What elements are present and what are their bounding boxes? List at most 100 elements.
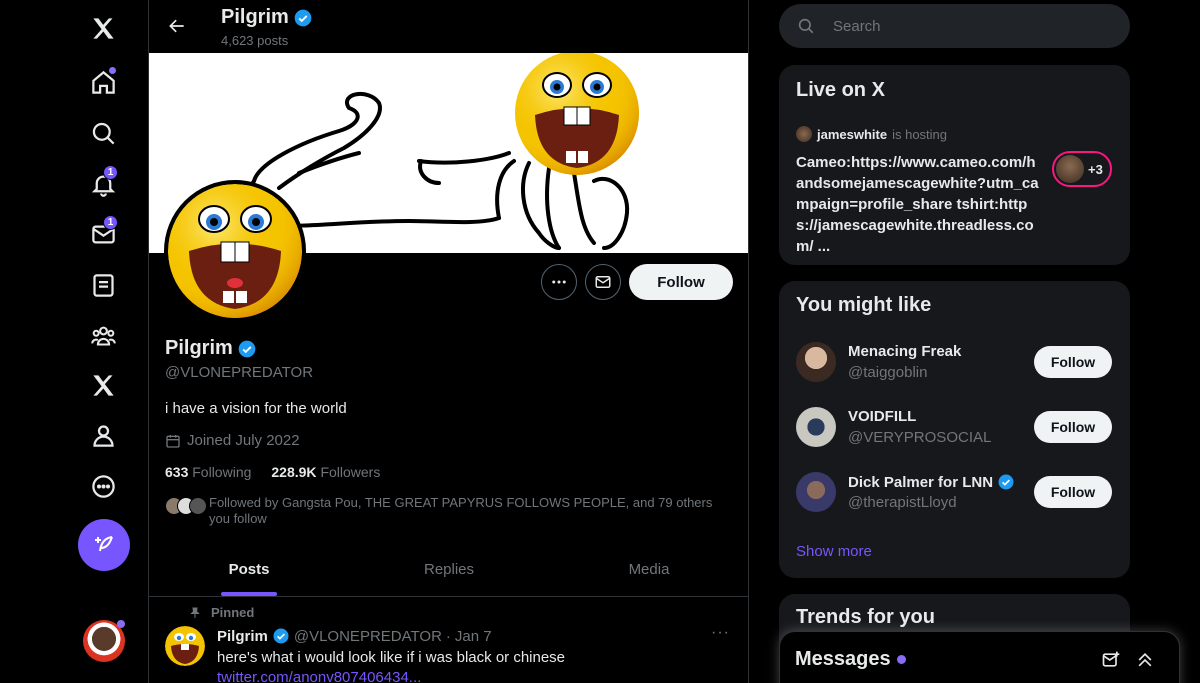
followed-by-text: Followed by Gangsta Pou, THE GREAT PAPYR… [209, 495, 713, 526]
listener-count: +3 [1088, 161, 1103, 177]
list-item[interactable]: Menacing Freak @taiggoblin Follow [779, 330, 1130, 394]
messages-icon[interactable]: 1 [78, 209, 128, 259]
back-arrow-icon[interactable] [163, 12, 191, 40]
search-icon [798, 18, 814, 34]
list-item[interactable]: Dick Palmer for LNN @therapistLloyd Foll… [779, 460, 1130, 524]
following-label: Following [192, 464, 252, 480]
verified-badge-icon [273, 628, 289, 644]
avatar [796, 472, 836, 512]
avatar [796, 342, 836, 382]
followed-by-avatars [165, 497, 207, 527]
pin-icon [190, 607, 200, 618]
follow-button[interactable]: Follow [629, 264, 733, 300]
tab-posts[interactable]: Posts [149, 543, 349, 596]
avatar [189, 497, 207, 515]
more-options-button[interactable] [541, 264, 577, 300]
tweet-text: here's what i would look like if i was b… [217, 649, 566, 666]
who-to-follow-title: You might like [796, 294, 932, 316]
profile-name: Pilgrim [165, 337, 257, 360]
header-name-text: Pilgrim [221, 6, 289, 28]
more-icon[interactable] [78, 461, 128, 511]
suggested-user-handle: @VERYPROSOCIAL [848, 429, 992, 446]
follow-button[interactable]: Follow [1034, 476, 1112, 508]
live-host[interactable]: jameswhite is hosting [796, 126, 947, 142]
messages-drawer[interactable]: Messages [779, 631, 1180, 683]
header-name: Pilgrim [221, 6, 313, 29]
verified-badge-icon [998, 474, 1014, 490]
home-icon[interactable] [78, 57, 128, 107]
profile-column: Pilgrim 4,623 posts Follow Pilgrim @VLON… [148, 0, 749, 683]
tweet-author-name[interactable]: Pilgrim [217, 628, 268, 645]
tweet-avatar[interactable] [165, 626, 205, 666]
live-listeners[interactable]: +3 [1052, 151, 1112, 187]
x-logo-icon[interactable] [78, 3, 128, 53]
verified-badge-icon [238, 340, 256, 357]
notifications-icon[interactable]: 1 [78, 159, 128, 209]
followers-label: Followers [320, 464, 381, 480]
follow-button[interactable]: Follow [1034, 346, 1112, 378]
tweet-date[interactable]: Jan 7 [455, 628, 492, 645]
account-avatar[interactable] [83, 620, 125, 662]
suggested-user-name: VOIDFILL [848, 408, 917, 425]
list-item[interactable]: VOIDFILL @VERYPROSOCIAL Follow [779, 395, 1130, 459]
show-more-link[interactable]: Show more [796, 543, 872, 560]
premium-icon[interactable] [78, 360, 128, 410]
live-host-name: jameswhite [817, 126, 888, 142]
mail-icon [595, 276, 611, 288]
avatar [796, 407, 836, 447]
suggested-user-name-row: Dick Palmer for LNN [848, 473, 1015, 491]
home-unread-dot [109, 67, 116, 74]
suggested-user-handle: @therapistLloyd [848, 494, 957, 511]
following-count: 633 [165, 464, 189, 480]
profile-icon[interactable] [78, 410, 128, 460]
expand-icon[interactable] [1133, 648, 1157, 672]
joined-text: Joined July 2022 [187, 432, 300, 449]
followers-link[interactable]: 228.9K Followers [271, 464, 380, 480]
profile-avatar[interactable] [164, 180, 306, 322]
live-title: Live on X [796, 79, 885, 101]
tweet-author-handle[interactable]: @VLONEPREDATOR [294, 628, 442, 645]
profile-header-bar: Pilgrim 4,623 posts [149, 0, 748, 53]
messages-title: Messages [795, 648, 891, 670]
profile-stats: 633 Following 228.9K Followers [165, 464, 380, 480]
suggested-user-name: Menacing Freak [848, 343, 962, 360]
verified-badge-icon [294, 9, 312, 26]
pinned-indicator: Pinned [189, 605, 254, 620]
calendar-icon [166, 434, 180, 448]
suggested-user-name: Dick Palmer for LNN [848, 473, 994, 491]
right-sidebar: Live on X jameswhite is hosting Cameo:ht… [779, 0, 1130, 683]
followers-count: 228.9K [271, 464, 317, 480]
search-bar[interactable] [779, 4, 1130, 48]
avatar [796, 126, 812, 142]
who-to-follow-panel: You might like Menacing Freak @taiggobli… [779, 281, 1130, 578]
account-unread-dot [117, 620, 125, 628]
search-icon[interactable] [78, 108, 128, 158]
profile-name-text: Pilgrim [165, 337, 233, 359]
avatar [1056, 155, 1084, 183]
suggested-user-handle: @taiggoblin [848, 364, 928, 381]
communities-icon[interactable] [78, 310, 128, 360]
messages-unread-dot [896, 655, 906, 664]
left-nav: 1 1 [0, 0, 148, 683]
live-description[interactable]: Cameo:https://www.cameo.com/handsomejame… [796, 152, 1041, 257]
more-dots-icon [552, 280, 566, 284]
profile-joined: Joined July 2022 [165, 432, 300, 449]
feather-plus-icon [95, 536, 113, 552]
profile-handle: @VLONEPREDATOR [165, 364, 314, 381]
message-button[interactable] [585, 264, 621, 300]
tweet-more-icon[interactable]: ··· [711, 624, 730, 642]
tweet-link[interactable]: twitter.com/anonv807406434... [217, 669, 421, 683]
following-link[interactable]: 633 Following [165, 464, 251, 480]
tab-media[interactable]: Media [549, 543, 748, 596]
lists-icon[interactable] [78, 260, 128, 310]
messages-badge: 1 [103, 215, 118, 230]
followed-by[interactable]: Followed by Gangsta Pou, THE GREAT PAPYR… [165, 495, 735, 527]
tab-replies[interactable]: Replies [349, 543, 549, 596]
tweet-separator: · [445, 627, 451, 645]
search-input[interactable] [833, 17, 1093, 35]
follow-button[interactable]: Follow [1034, 411, 1112, 443]
trends-title: Trends for you [796, 606, 935, 628]
header-post-count: 4,623 posts [221, 33, 289, 48]
post-button[interactable] [78, 519, 130, 571]
new-message-icon[interactable] [1099, 648, 1123, 672]
